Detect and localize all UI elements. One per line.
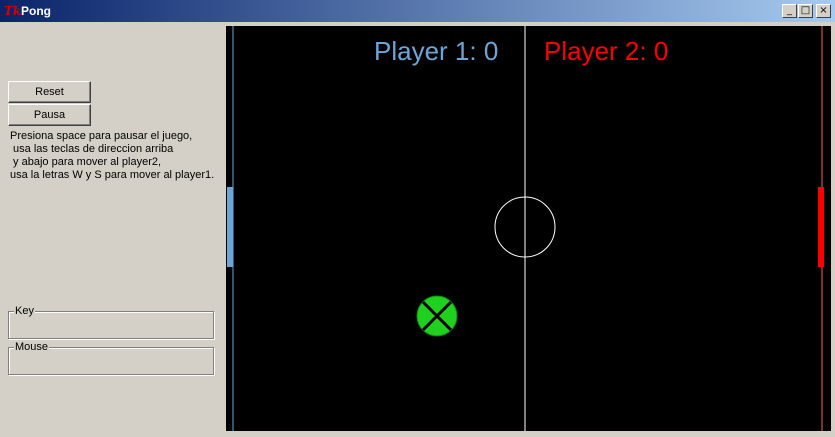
pong-window: Tk Pong _ □ × Reset Pausa Presiona space… [0,0,835,437]
player1-score: Player 1: 0 [374,36,498,66]
minimize-button[interactable]: _ [782,4,797,18]
court-background [226,26,831,431]
ball [416,295,458,337]
mouse-frame-label: Mouse [14,341,50,353]
close-button[interactable]: × [816,4,831,18]
tk-logo-icon: Tk [4,4,22,18]
mouse-frame: Mouse [8,341,214,375]
title-bar[interactable]: Tk Pong _ □ × [0,0,835,22]
key-frame: Key [8,305,214,339]
instructions-text: Presiona space para pausar el juego, usa… [10,130,215,181]
player2-paddle [818,187,824,267]
maximize-button[interactable]: □ [798,4,813,18]
key-frame-label: Key [14,305,35,317]
player2-score: Player 2: 0 [544,36,668,66]
player1-paddle [227,187,233,267]
pause-button[interactable]: Pausa [8,104,91,126]
game-canvas[interactable]: Player 1: 0 Player 2: 0 [226,26,831,431]
window-title: Pong [21,4,51,18]
reset-button[interactable]: Reset [8,81,91,103]
